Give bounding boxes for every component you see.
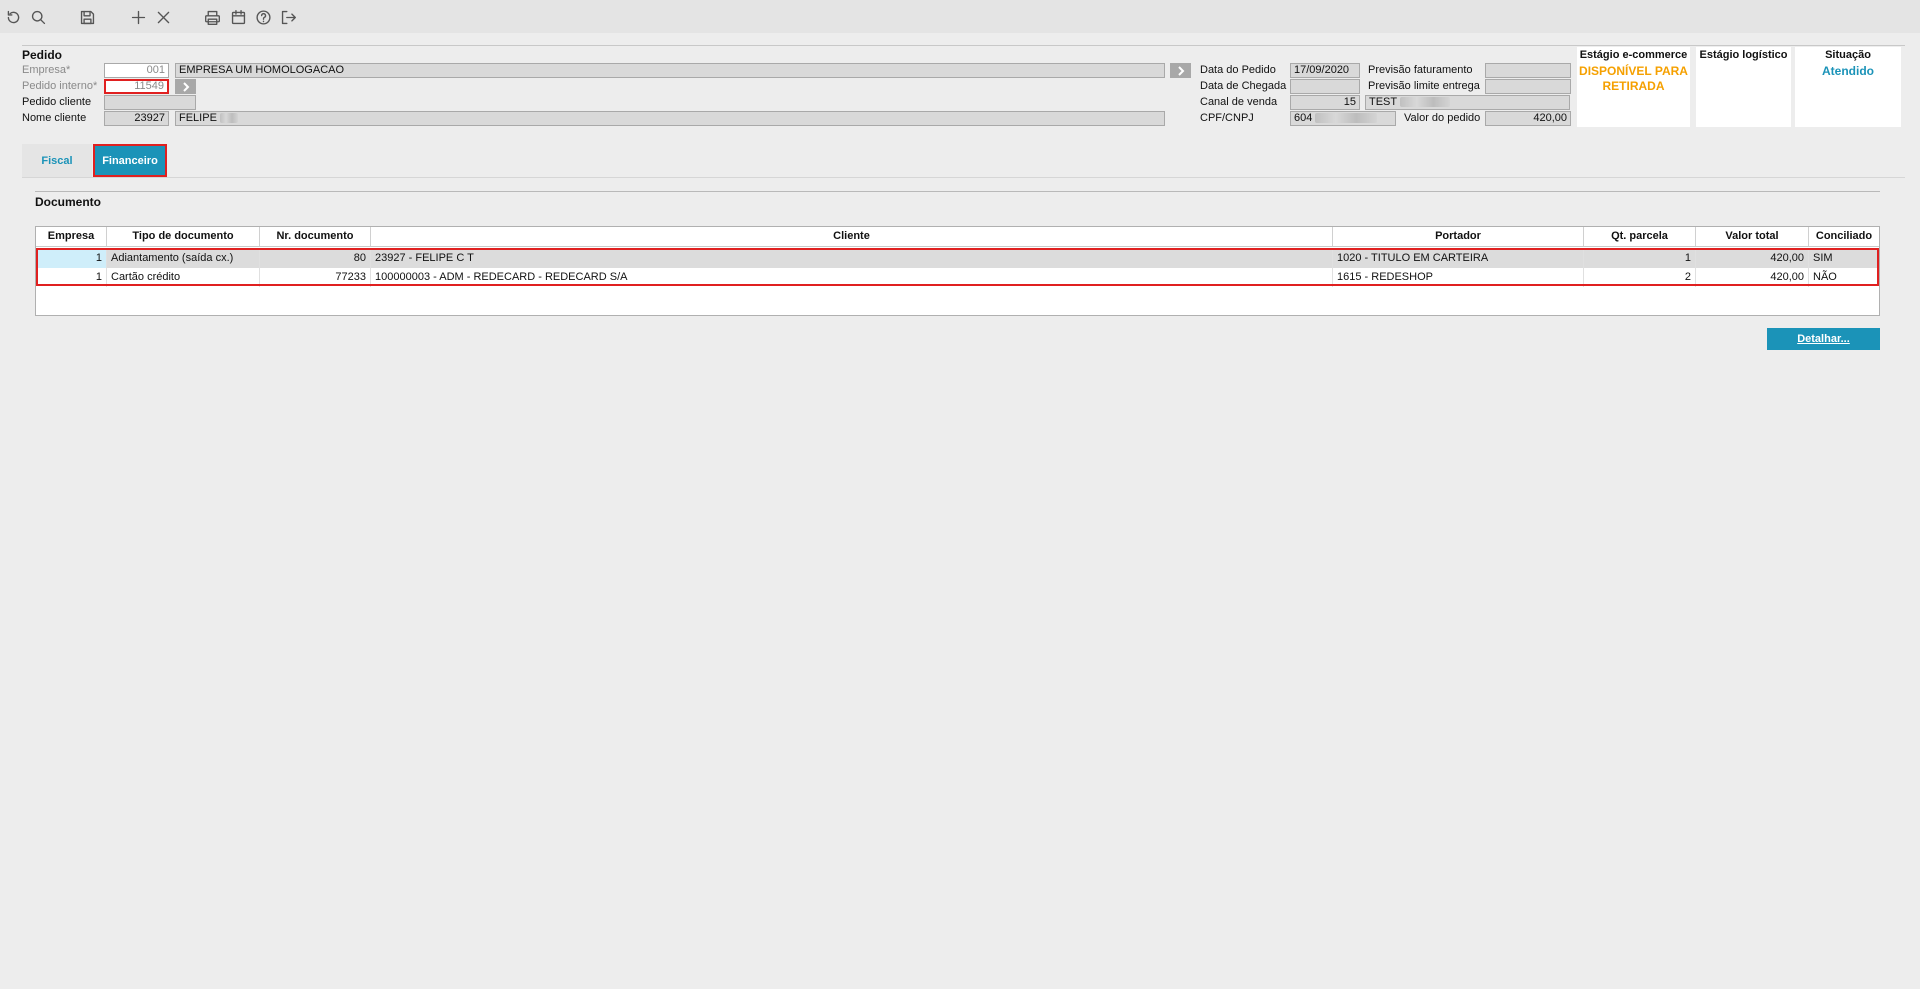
cell-conciliado: SIM	[1813, 252, 1833, 264]
column-cliente[interactable]: Cliente	[371, 227, 1333, 246]
tabs-divider	[22, 177, 1905, 178]
cell-qt-parcela: 1	[1584, 249, 1696, 268]
cell-conciliado: NÃO	[1813, 271, 1837, 283]
cell-empresa: 1	[36, 249, 107, 268]
previsao-faturamento-field	[1485, 63, 1571, 78]
cpf-label: CPF/CNPJ	[1200, 112, 1254, 124]
tab-financeiro[interactable]: Financeiro	[93, 144, 167, 177]
redacted-text	[1315, 113, 1378, 124]
column-conciliado[interactable]: Conciliado	[1809, 227, 1879, 246]
estagio-logistico-box: Estágio logístico	[1696, 47, 1791, 127]
redacted-text	[219, 113, 238, 124]
print-icon[interactable]	[202, 7, 222, 27]
cell-tipo-documento: Adiantamento (saída cx.)	[107, 249, 260, 268]
estagio-ecommerce-title: Estágio e-commerce	[1579, 49, 1688, 61]
data-chegada-label: Data de Chegada	[1200, 80, 1287, 92]
nome-cliente-code-field: 23927	[104, 111, 169, 126]
add-icon[interactable]	[128, 7, 148, 27]
cell-valor-total: 420,00	[1696, 268, 1809, 287]
cell-tipo-documento: Cartão crédito	[107, 268, 260, 287]
cell-qt-parcela: 2	[1584, 268, 1696, 287]
empresa-lookup-button[interactable]	[1170, 63, 1191, 78]
detalhar-button[interactable]: Detalhar...	[1767, 328, 1880, 350]
cell-nr-documento: 80	[260, 249, 371, 268]
nome-cliente-name-text: FELIPE	[179, 112, 217, 124]
pedido-title: Pedido	[22, 48, 63, 62]
valor-pedido-label: Valor do pedido	[1404, 112, 1481, 124]
cell-nr-documento: 77233	[260, 268, 371, 287]
table-row[interactable]: 1 Adiantamento (saída cx.) 80 23927 - FE…	[36, 249, 1879, 268]
cell-cliente: 23927 - FELIPE C T	[371, 249, 1333, 268]
toolbar	[0, 0, 1920, 33]
column-nr-documento[interactable]: Nr. documento	[260, 227, 371, 246]
data-pedido-label: Data do Pedido	[1200, 64, 1276, 76]
search-icon[interactable]	[28, 7, 48, 27]
data-chegada-field	[1290, 79, 1360, 94]
nome-cliente-name-field: FELIPE	[175, 111, 1165, 126]
table-row[interactable]: 1 Cartão crédito 77233 100000003 - ADM -…	[36, 268, 1879, 287]
pedido-cliente-field[interactable]	[104, 95, 196, 110]
canal-venda-name-field: TEST	[1365, 95, 1570, 110]
estagio-logistico-title: Estágio logístico	[1699, 49, 1788, 61]
documento-grid: Empresa Tipo de documento Nr. documento …	[35, 226, 1880, 316]
nome-cliente-label: Nome cliente	[22, 112, 87, 124]
cpf-field: 604	[1290, 111, 1396, 126]
documento-title: Documento	[35, 195, 101, 209]
empresa-code-field[interactable]: 001	[104, 63, 169, 78]
situacao-title: Situação	[1825, 49, 1871, 61]
column-empresa[interactable]: Empresa	[36, 227, 107, 246]
close-icon[interactable]	[153, 7, 173, 27]
pedido-interno-lookup-button[interactable]	[175, 79, 196, 94]
valor-pedido-field: 420,00	[1485, 111, 1571, 126]
empresa-label: Empresa*	[22, 64, 71, 76]
pedido-cliente-label: Pedido cliente	[22, 96, 92, 108]
situacao-value: Atendido	[1822, 64, 1874, 78]
pedido-interno-label: Pedido interno*	[22, 80, 98, 92]
cell-portador: 1615 - REDESHOP	[1333, 268, 1584, 287]
documento-divider	[35, 191, 1880, 192]
pedido-interno-field[interactable]: 11549	[104, 79, 169, 94]
column-tipo-documento[interactable]: Tipo de documento	[107, 227, 260, 246]
cell-portador: 1020 - TITULO EM CARTEIRA	[1333, 249, 1584, 268]
previsao-limite-field	[1485, 79, 1571, 94]
column-qt-parcela[interactable]: Qt. parcela	[1584, 227, 1696, 246]
cpf-text: 604	[1294, 112, 1313, 124]
canal-venda-label: Canal de venda	[1200, 96, 1278, 108]
data-pedido-field: 17/09/2020	[1290, 63, 1360, 78]
header-divider	[22, 45, 1905, 46]
chevron-right-icon	[1177, 65, 1184, 76]
previsao-limite-label: Previsão limite entrega	[1368, 80, 1480, 92]
chevron-right-icon	[182, 81, 189, 92]
cell-cliente: 100000003 - ADM - REDECARD - REDECARD S/…	[371, 268, 1333, 287]
column-valor-total[interactable]: Valor total	[1696, 227, 1809, 246]
tab-fiscal[interactable]: Fiscal	[22, 144, 92, 177]
calendar-icon[interactable]	[228, 7, 248, 27]
column-portador[interactable]: Portador	[1333, 227, 1584, 246]
estagio-ecommerce-box: Estágio e-commerce DISPONÍVEL PARA RETIR…	[1577, 47, 1690, 127]
grid-header: Empresa Tipo de documento Nr. documento …	[36, 227, 1879, 247]
redacted-text	[1400, 97, 1451, 108]
empresa-name-field: EMPRESA UM HOMOLOGACAO	[175, 63, 1165, 78]
cell-empresa: 1	[36, 268, 107, 287]
refresh-icon[interactable]	[3, 7, 23, 27]
save-icon[interactable]	[77, 7, 97, 27]
help-icon[interactable]	[253, 7, 273, 27]
canal-venda-name-text: TEST	[1369, 96, 1398, 108]
exit-icon[interactable]	[278, 7, 298, 27]
previsao-faturamento-label: Previsão faturamento	[1368, 64, 1473, 76]
estagio-ecommerce-value: DISPONÍVEL PARA RETIRADA	[1579, 64, 1688, 93]
situacao-box: Situação Atendido	[1795, 47, 1901, 127]
canal-venda-code-field: 15	[1290, 95, 1360, 110]
cell-valor-total: 420,00	[1696, 249, 1809, 268]
